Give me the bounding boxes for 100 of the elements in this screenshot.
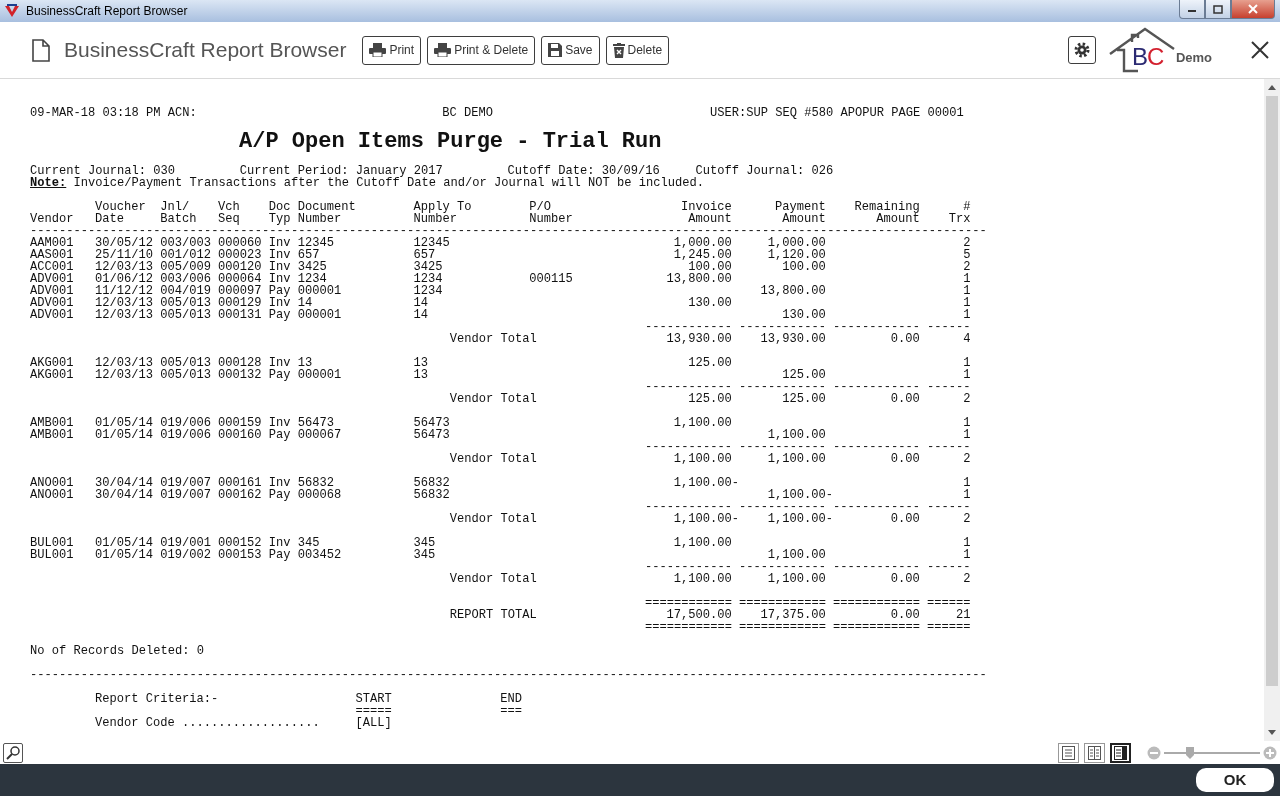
table-cell-text: 657	[297, 249, 320, 261]
table-cell-text: AKG001	[30, 357, 75, 369]
report-header-text: 09-MAR-18 03:18 PM ACN:	[30, 107, 198, 119]
table-cell-text: Inv	[268, 237, 292, 249]
minimize-button[interactable]	[1179, 0, 1205, 19]
table-cell-text: 000064	[218, 273, 263, 285]
scrollbar[interactable]	[1264, 79, 1280, 741]
toolbar-button[interactable]: Delete	[605, 35, 670, 65]
gear-icon	[1073, 42, 1090, 58]
report-header-text: BC DEMO	[442, 107, 495, 119]
toolbar-button[interactable]: Print & Delete	[427, 35, 536, 65]
total-value: 2	[962, 573, 971, 585]
column-header: Apply To Number	[413, 201, 473, 225]
table-cell-text: 130.00	[687, 297, 733, 309]
table-cell-text: 56832	[413, 477, 451, 489]
subtotal-rule: ------	[927, 381, 971, 393]
separator-rule: ------------------------------------------------------------------------------------------------------------------------------------	[30, 669, 987, 681]
view-mode-button[interactable]	[1058, 742, 1079, 763]
table-cell-text: 12/03/13	[95, 309, 155, 321]
total-value: 17,375.00	[759, 609, 827, 621]
table-cell-text: 005/013	[160, 297, 212, 309]
table-cell-text: 001/012	[160, 249, 212, 261]
table-cell-text: ACC001	[30, 261, 75, 273]
settings-button[interactable]	[1067, 36, 1096, 64]
total-value: 1,100.00	[766, 453, 827, 465]
criteria-start: START	[355, 693, 393, 705]
report-parameter: Cutoff Date: 30/09/16	[507, 165, 660, 177]
table-cell-text: 13	[297, 357, 313, 369]
maximize-button[interactable]	[1205, 0, 1231, 19]
table-cell-text: 345	[297, 537, 320, 549]
toolbar-button[interactable]: Print	[362, 35, 422, 65]
table-cell-text: 100.00	[688, 261, 733, 273]
total-label: Vendor Total	[448, 513, 538, 525]
table-cell-text: 12/03/13	[95, 297, 155, 309]
subtotal-rule: ------	[927, 441, 971, 453]
zoom-slider[interactable]	[1164, 746, 1260, 759]
table-cell-text: 000001	[297, 285, 343, 297]
subtotal-rule: ============	[833, 621, 921, 633]
table-cell-text: 125.00	[781, 369, 827, 381]
close-button[interactable]	[1231, 0, 1275, 19]
slider-thumb[interactable]	[1184, 746, 1195, 759]
subtotal-rule: ------------	[644, 321, 733, 333]
total-value: 0.00	[889, 609, 921, 621]
total-value: 13,930.00	[665, 333, 733, 345]
column-header: Invoice Amount	[680, 201, 733, 225]
table-cell-text: 1234	[413, 273, 444, 285]
toolbar-button[interactable]: Save	[541, 35, 600, 65]
table-cell-text: 1	[962, 309, 971, 321]
table-cell-text: 1	[962, 285, 971, 297]
total-label: Vendor Total	[448, 333, 538, 345]
total-value: 1,100.00-	[672, 513, 739, 525]
table-cell-text: 1,100.00	[766, 429, 827, 441]
column-header: Voucher Date	[95, 201, 147, 225]
subtotal-rule: ------------	[738, 321, 827, 333]
total-value: 0.00	[889, 393, 921, 405]
table-cell-text: Pay	[268, 489, 292, 501]
table-cell-text: 019/006	[160, 429, 212, 441]
view-mode-button[interactable]	[1110, 742, 1131, 763]
subtotal-rule: ------------	[738, 501, 826, 513]
table-cell-text: 000128	[218, 357, 263, 369]
column-header: Vendor	[30, 213, 75, 225]
table-cell-text: 1,120.00	[766, 249, 827, 261]
subtotal-rule: ============	[738, 621, 827, 633]
table-cell-text: Pay	[268, 549, 292, 561]
column-header: Doc Typ	[268, 201, 292, 225]
subtotal-rule: ------------	[644, 441, 733, 453]
table-cell-text: 000068	[297, 489, 343, 501]
table-cell-text: 1	[962, 369, 971, 381]
table-cell-text: AAS001	[30, 249, 75, 261]
table-cell-text: 3425	[297, 261, 328, 273]
total-value: 17,500.00	[665, 609, 733, 621]
view-mode-button[interactable]	[1084, 742, 1105, 763]
table-cell-text: 003/006	[160, 273, 212, 285]
table-cell-text: 1234	[413, 285, 444, 297]
table-cell-text: 30/04/14	[95, 477, 155, 489]
records-deleted-text: No of Records Deleted: 0	[30, 645, 204, 657]
table-cell-text: 1,245.00	[672, 249, 733, 261]
table-cell-text: Inv	[268, 273, 292, 285]
table-cell-text: 2	[962, 237, 971, 249]
table-cell-text: 01/05/14	[95, 417, 155, 429]
report-parameter: Cutoff Journal: 026	[695, 165, 835, 177]
table-cell-text: 000132	[218, 369, 263, 381]
table-cell-text: Pay	[268, 285, 292, 297]
table-cell-text: 1,000.00	[672, 237, 733, 249]
report-note: Note: Invoice/Payment Transactions after the Cutoff Date and/or Journal will NOT be included.	[30, 177, 705, 189]
search-button[interactable]	[3, 742, 23, 763]
scroll-thumb[interactable]	[1266, 96, 1278, 686]
table-cell-text: 12/03/13	[95, 357, 155, 369]
table-cell-text: Inv	[268, 477, 292, 489]
table-cell-text: BUL001	[30, 549, 75, 561]
close-icon[interactable]	[1250, 40, 1270, 60]
table-cell-text: 125.00	[687, 357, 733, 369]
table-cell-text: 30/04/14	[95, 489, 155, 501]
criteria-start: =====	[355, 705, 393, 717]
subtotal-rule: ============	[644, 621, 733, 633]
subtotal-rule: ------------	[738, 381, 827, 393]
ok-button[interactable]: OK	[1196, 768, 1274, 792]
logo-text: BC	[1131, 43, 1164, 71]
table-cell-text: 01/05/14	[95, 537, 155, 549]
table-cell-text: 1,100.00-	[766, 489, 833, 501]
